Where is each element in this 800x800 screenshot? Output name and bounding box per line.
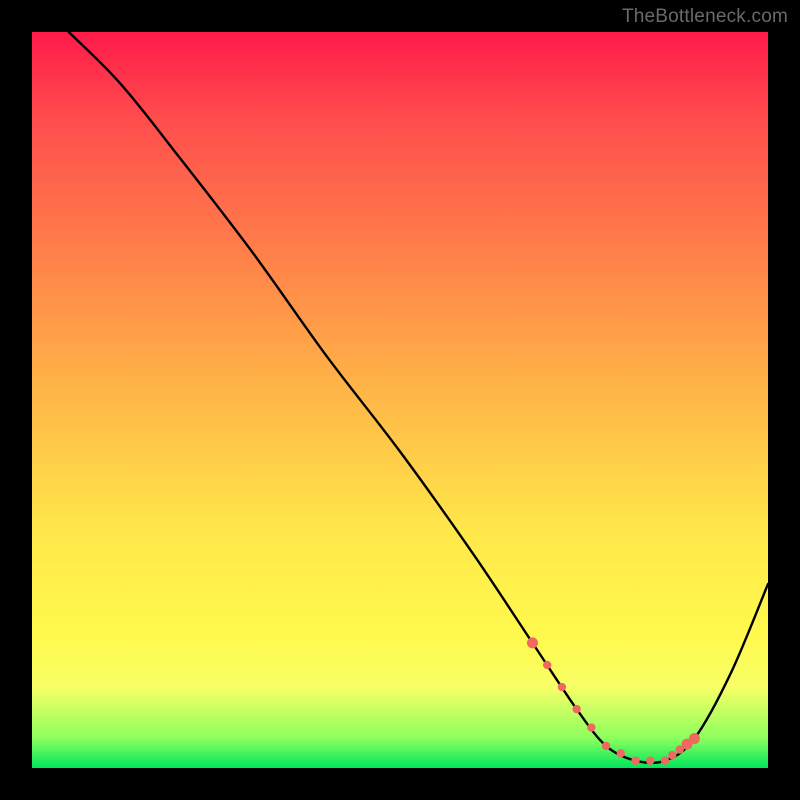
marker-dot [661,756,669,764]
marker-dot [646,756,654,764]
marker-dot [668,751,676,759]
marker-dot [558,683,566,691]
curve-path [69,32,768,763]
plot-area [32,32,768,768]
watermark-text: TheBottleneck.com [622,6,788,28]
marker-dot [587,723,595,731]
marker-dot [543,661,551,669]
marker-dot [602,742,610,750]
bottleneck-curve [32,32,768,768]
marker-dot [527,637,538,648]
marker-dot [572,705,580,713]
marker-group [527,637,700,764]
marker-dot [617,749,625,757]
chart-frame: TheBottleneck.com [0,0,800,800]
marker-dot [689,733,700,744]
marker-dot [631,756,639,764]
